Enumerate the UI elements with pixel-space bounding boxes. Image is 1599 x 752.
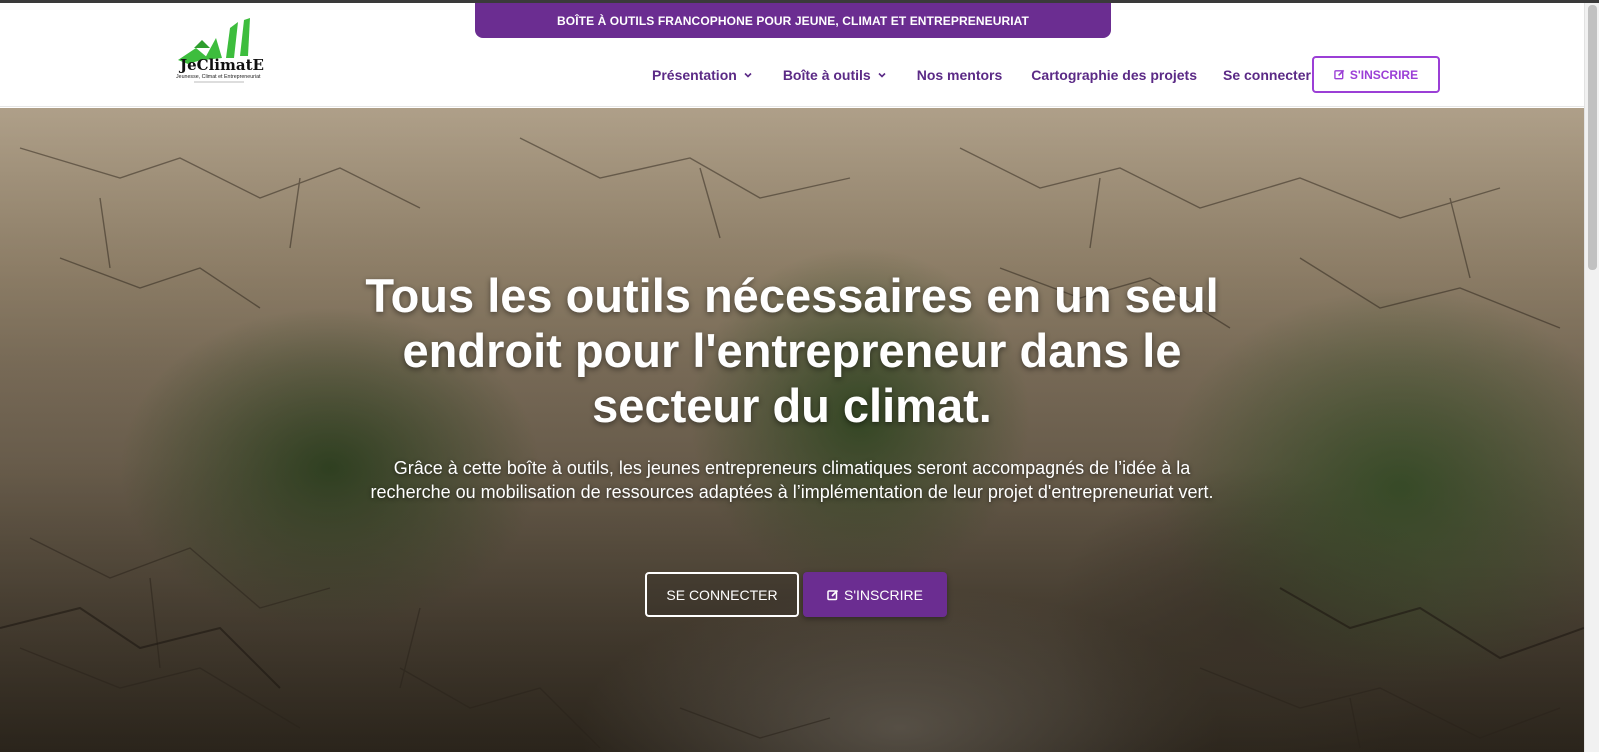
nav-item-cartographie[interactable]: Cartographie des projets	[1031, 67, 1197, 83]
top-banner: BOÎTE À OUTILS FRANCOPHONE POUR JEUNE, C…	[475, 3, 1111, 38]
signup-button-label: S'INSCRIRE	[1349, 67, 1419, 82]
chevron-down-icon	[878, 72, 886, 78]
nav-item-presentation[interactable]: Présentation	[652, 67, 753, 83]
nav-item-boite-a-outils[interactable]: Boîte à outils	[783, 67, 887, 83]
scrollbar-thumb[interactable]	[1588, 5, 1597, 270]
site-header: BOÎTE À OUTILS FRANCOPHONE POUR JEUNE, C…	[0, 3, 1584, 107]
signup-button-label: S'INSCRIRE	[844, 586, 923, 603]
edit-square-icon	[827, 589, 839, 600]
nav-item-label: Se connecter	[1223, 67, 1311, 83]
hero-title: Tous les outils nécessaires en un seul e…	[365, 269, 1219, 432]
signup-button[interactable]: S'INSCRIRE	[803, 572, 947, 617]
logo-graphic: JeClimatE Jeunesse, Climat et Entreprene…	[176, 18, 264, 83]
hero-buttons: SE CONNECTER S'INSCRIRE	[0, 572, 1584, 617]
logo-tagline: Jeunesse, Climat et Entrepreneuriat	[176, 74, 261, 80]
nav-item-se-connecter[interactable]: Se connecter	[1223, 67, 1311, 83]
edit-square-icon	[1334, 69, 1345, 80]
logo-wordmark: JeClimatE	[178, 56, 264, 74]
nav-item-label: Cartographie des projets	[1031, 67, 1197, 83]
hero-subtitle: Grâce à cette boîte à outils, les jeunes…	[370, 458, 1214, 502]
chevron-down-icon	[744, 72, 752, 78]
page-scrollbar[interactable]	[1584, 3, 1599, 752]
nav-item-label: Présentation	[652, 67, 737, 83]
nav-item-label: Boîte à outils	[782, 67, 871, 83]
main-nav: Présentation Boîte à outils Nos mentors …	[652, 55, 1311, 95]
nav-item-nos-mentors[interactable]: Nos mentors	[917, 67, 1003, 83]
login-button-label: SE CONNECTER	[666, 586, 778, 603]
site-logo[interactable]: JeClimatE Jeunesse, Climat et Entreprene…	[174, 18, 266, 88]
nav-item-label: Nos mentors	[916, 67, 1003, 83]
banner-text: BOÎTE À OUTILS FRANCOPHONE POUR JEUNE, C…	[557, 13, 1029, 28]
signup-button-header[interactable]: S'INSCRIRE	[1312, 56, 1440, 93]
login-button[interactable]: SE CONNECTER	[645, 572, 799, 617]
hero-section: Tous les outils nécessaires en un seul e…	[0, 108, 1584, 752]
